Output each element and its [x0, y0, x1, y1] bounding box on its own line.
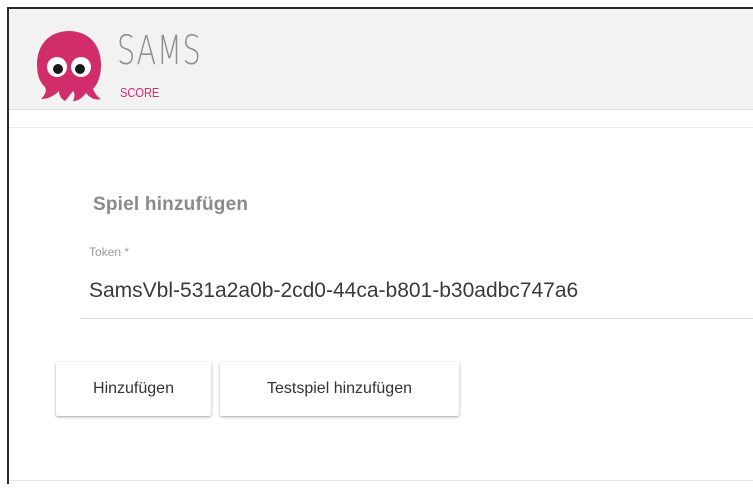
card-title: Spiel hinzufügen — [93, 194, 249, 215]
token-input[interactable] — [89, 279, 749, 303]
add-game-button[interactable]: Hinzufügen — [56, 362, 211, 416]
app-header: SAMS SCORE — [9, 9, 753, 110]
brand-wordmark: SAMS — [117, 28, 202, 74]
card-bottom-divider — [9, 480, 753, 481]
token-label: Token * — [89, 245, 130, 259]
octopus-mascot-icon — [37, 31, 101, 101]
token-field: Token * — [81, 245, 753, 320]
token-underline — [81, 318, 753, 319]
add-test-game-button[interactable]: Testspiel hinzufügen — [220, 362, 459, 416]
brand-logo[interactable]: SAMS SCORE — [31, 27, 231, 107]
section-divider — [9, 127, 753, 128]
app-window: SAMS SCORE Spiel hinzufügen Token * Hinz… — [7, 7, 753, 484]
brand-subtitle: SCORE — [120, 85, 160, 100]
